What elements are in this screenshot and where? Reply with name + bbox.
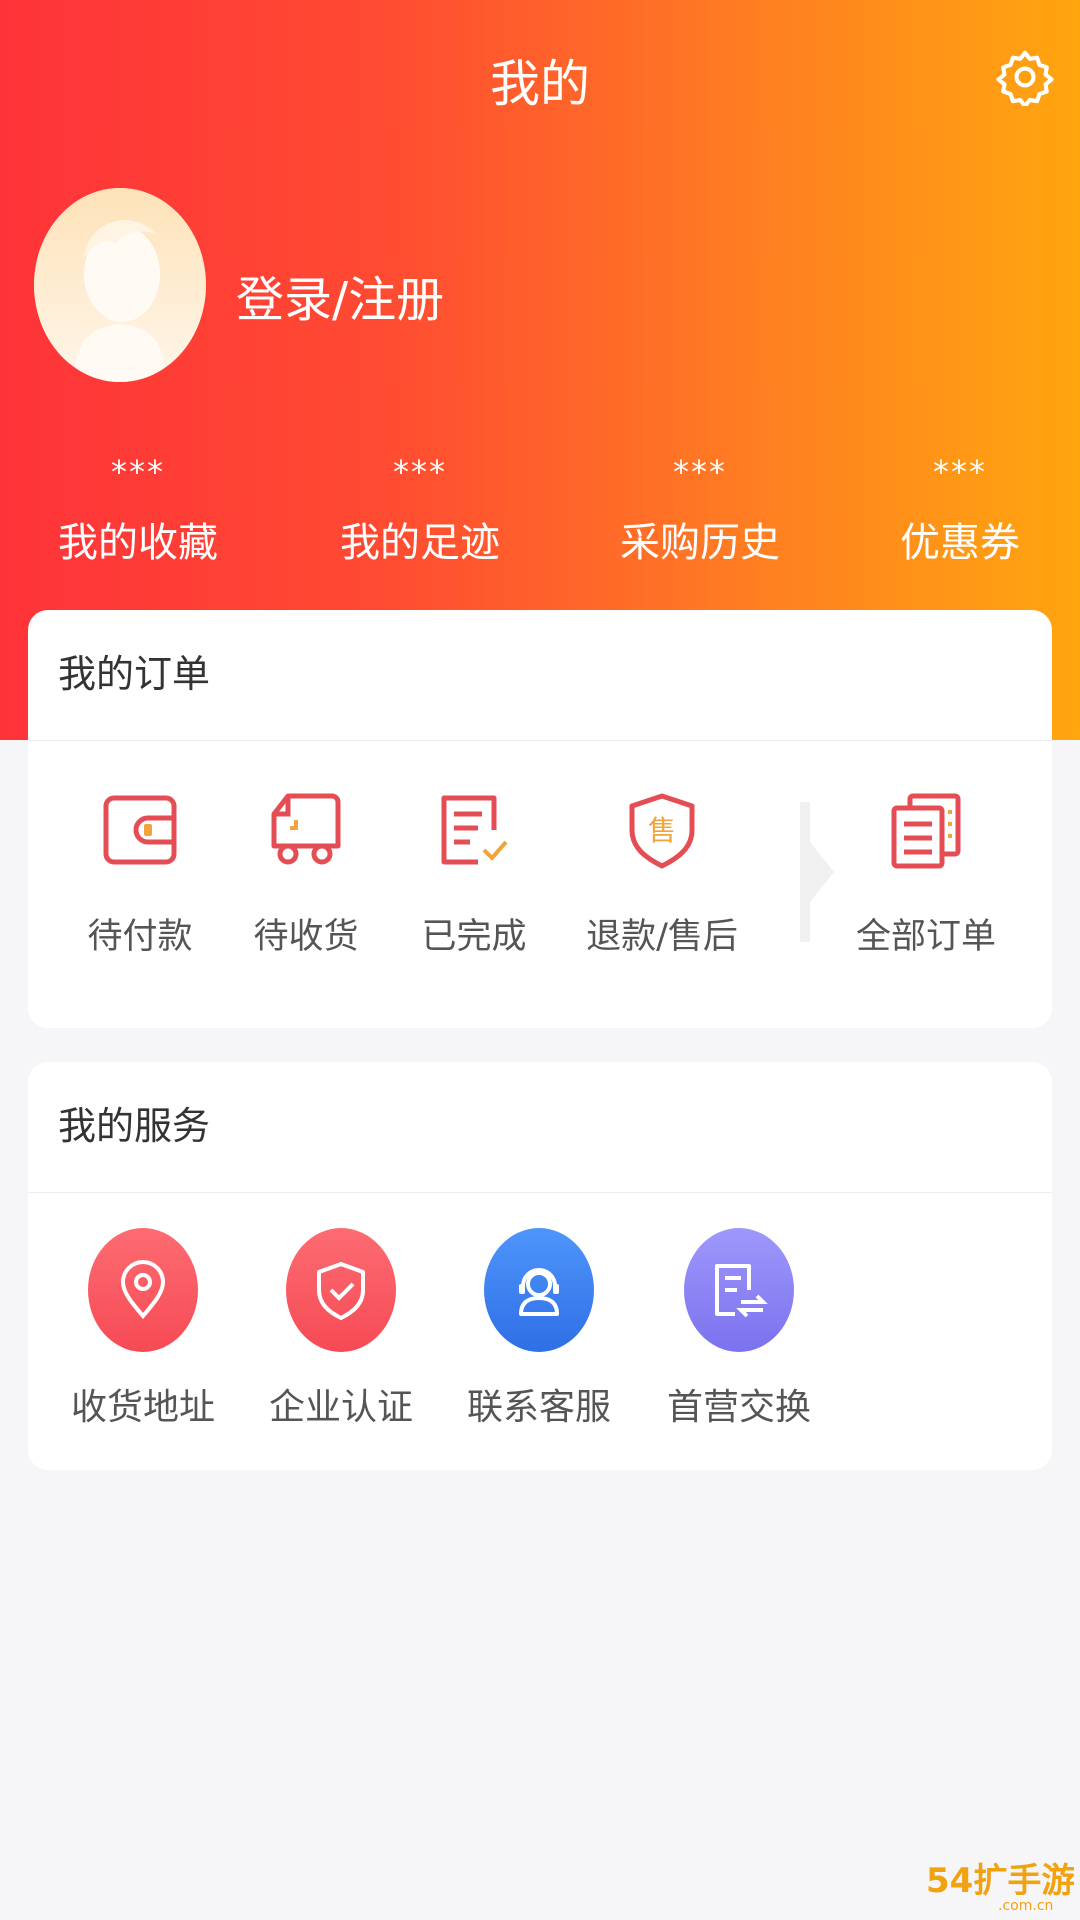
wallet-icon — [103, 795, 177, 865]
service-icon-circle — [88, 1228, 198, 1352]
svg-text:54扩手游网: 54扩手游网 — [926, 1861, 1074, 1901]
stat-label: 采购历史 — [620, 520, 780, 566]
document-check-icon — [441, 795, 508, 865]
stat-footprints[interactable]: *** 我的足迹 — [300, 450, 540, 568]
order-label: 已完成 — [421, 917, 527, 957]
documents-icon — [891, 793, 961, 869]
service-label: 企业认证 — [268, 1387, 413, 1428]
stat-coupons[interactable]: *** 优惠券 — [840, 450, 1080, 568]
stat-favorites[interactable]: *** 我的收藏 — [18, 450, 258, 568]
stat-value: *** — [673, 453, 727, 491]
svg-text:售: 售 — [648, 814, 676, 847]
service-icon-circle — [484, 1228, 594, 1352]
stat-value: *** — [933, 453, 987, 491]
stat-value: *** — [393, 453, 447, 491]
orders-card-title: 我的订单 — [28, 610, 1052, 741]
service-label: 首营交换 — [666, 1387, 811, 1428]
service-label: 收货地址 — [70, 1387, 215, 1428]
exchange-document-icon — [715, 1264, 768, 1318]
services-card-title: 我的服务 — [28, 1062, 1052, 1193]
location-pin-icon — [120, 1260, 166, 1320]
order-refund-after-sales[interactable]: 售 退款/售后 — [572, 790, 752, 959]
default-avatar-icon — [34, 188, 206, 382]
order-completed[interactable]: 已完成 — [384, 790, 564, 959]
stat-label: 优惠券 — [900, 520, 1020, 566]
service-label: 联系客服 — [466, 1387, 611, 1428]
service-enterprise-certification[interactable]: 企业认证 — [246, 1228, 436, 1430]
stat-purchase-history[interactable]: *** 采购历史 — [580, 450, 820, 568]
avatar[interactable] — [34, 188, 206, 382]
order-label: 退款/售后 — [586, 917, 738, 957]
orders-card: 我的订单 待付款 待收货 已完成 售 退款/售后 全部订单 — [28, 610, 1052, 1028]
service-contact-support[interactable]: 联系客服 — [444, 1228, 634, 1430]
stat-value: *** — [111, 453, 165, 491]
services-card: 我的服务 收货地址 企业认证 联系客服 首营交换 — [28, 1062, 1052, 1470]
settings-gear-icon[interactable] — [996, 48, 1054, 106]
svg-text:.com.cn: .com.cn — [998, 1898, 1053, 1914]
after-sales-shield-icon: 售 — [629, 793, 695, 869]
stats-row: *** 我的收藏 *** 我的足迹 *** 采购历史 *** 优惠券 — [0, 450, 1080, 570]
order-label: 待付款 — [87, 917, 193, 957]
order-pending-payment[interactable]: 待付款 — [50, 790, 230, 959]
order-pending-receipt[interactable]: 待收货 — [216, 790, 396, 959]
order-all-orders[interactable]: 全部订单 — [836, 790, 1016, 959]
shield-check-icon — [317, 1262, 365, 1320]
service-first-business-exchange[interactable]: 首营交换 — [644, 1228, 834, 1430]
service-shipping-address[interactable]: 收货地址 — [48, 1228, 238, 1430]
service-icon-circle — [684, 1228, 794, 1352]
watermark-logo: 54扩手游网 .com.cn — [926, 1861, 1074, 1914]
stat-label: 我的收藏 — [58, 520, 218, 566]
service-icon-circle — [286, 1228, 396, 1352]
divider-arrow-icon — [800, 802, 834, 942]
stat-label: 我的足迹 — [340, 520, 500, 566]
page-title: 我的 — [490, 55, 590, 113]
order-label: 待收货 — [253, 917, 359, 957]
order-label: 全部订单 — [855, 917, 996, 957]
truck-icon — [271, 793, 341, 865]
login-register-link[interactable]: 登录/注册 — [236, 260, 444, 330]
customer-service-icon — [519, 1268, 559, 1316]
